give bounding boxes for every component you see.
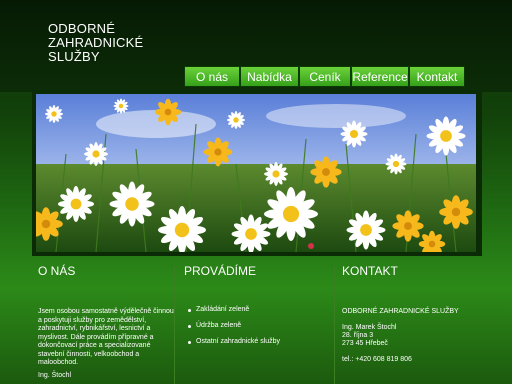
nav-item-reference[interactable]: Reference <box>351 66 409 87</box>
site-title: ODBORNÉ ZAHRADNICKÉ SLUŽBY <box>48 21 144 64</box>
about-signature: Ing. Štochl <box>38 372 72 379</box>
contact-company: ODBORNÉ ZAHRADNICKÉ SLUŽBY <box>342 308 459 315</box>
nav-item-cenik[interactable]: Ceník <box>299 66 351 87</box>
services-list: Zakládání zeleně Údržba zeleně Ostatní z… <box>184 306 280 354</box>
list-item: Ostatní zahradnické služby <box>184 338 280 346</box>
main-nav: O nás Nabídka Ceník Reference Kontakt <box>184 66 465 87</box>
about-text: Jsem osobou samostatně výdělečně činnou … <box>38 308 174 366</box>
header: ODBORNÉ ZAHRADNICKÉ SLUŽBY O nás Nabídka… <box>0 0 512 92</box>
services-heading: PROVÁDÍME <box>184 264 257 278</box>
services-section: PROVÁDÍME Zakládání zeleně Údržba zeleně… <box>184 264 334 345</box>
list-item: Údržba zeleně <box>184 322 280 330</box>
about-section: O NÁS Jsem osobou samostatně výdělečně č… <box>38 264 176 379</box>
nav-item-kontakt[interactable]: Kontakt <box>409 66 465 87</box>
list-item: Zakládání zeleně <box>184 306 280 314</box>
contact-city: 273 45 Hřebeč <box>342 340 388 347</box>
flower-banner-image <box>36 94 476 252</box>
nav-item-o-nas[interactable]: O nás <box>184 66 240 87</box>
contact-section: KONTAKT ODBORNÉ ZAHRADNICKÉ SLUŽBY Ing. … <box>342 264 492 363</box>
about-heading: O NÁS <box>38 264 76 278</box>
column-divider <box>174 266 175 384</box>
nav-item-nabidka[interactable]: Nabídka <box>240 66 299 87</box>
flower-meadow-illustration <box>36 94 476 252</box>
contact-heading: KONTAKT <box>342 264 398 278</box>
column-divider <box>334 266 335 384</box>
contact-phone: tel.: +420 608 819 806 <box>342 356 412 363</box>
